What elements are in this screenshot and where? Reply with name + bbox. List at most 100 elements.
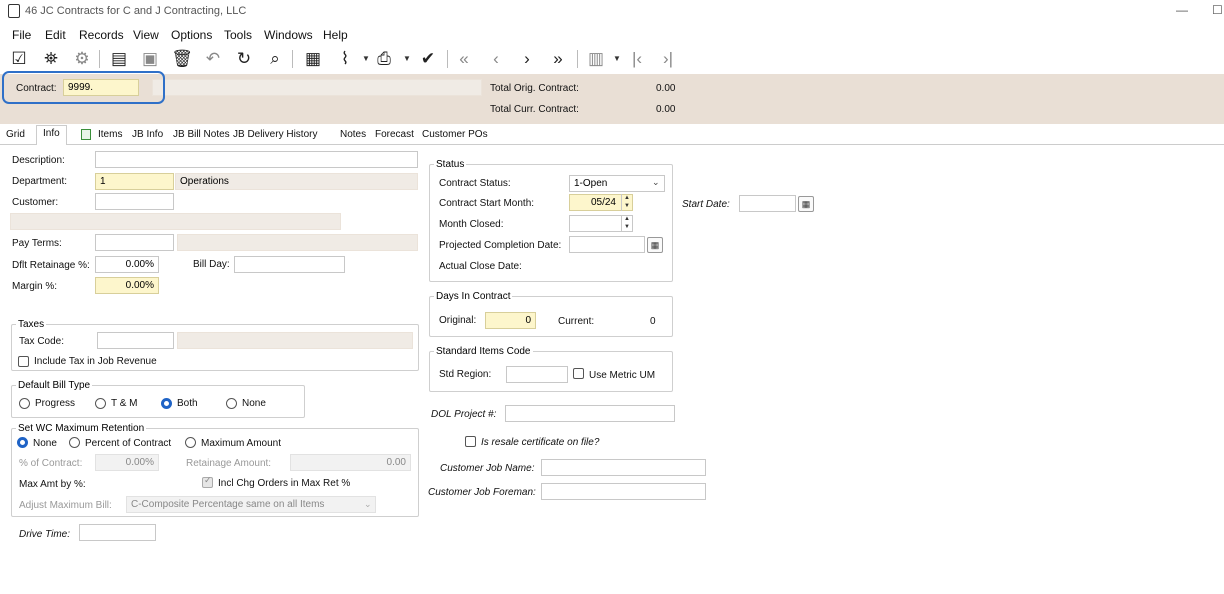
customer-job-foreman-input[interactable]	[541, 483, 706, 500]
bill-type-none-radio[interactable]	[226, 398, 237, 409]
contract-status-dropdown-icon[interactable]: ⌄	[652, 177, 660, 188]
start-date-calendar-icon[interactable]: ▦	[798, 196, 814, 212]
dol-project-input[interactable]	[505, 405, 675, 422]
description-label: Description:	[12, 155, 65, 166]
menu-bar: File Edit Records View Options Tools Win…	[0, 25, 1224, 45]
last-record-icon[interactable]: »	[547, 48, 569, 70]
maximize-button[interactable]: ☐	[1212, 3, 1223, 17]
tab-items[interactable]: Items	[98, 129, 122, 140]
next-record-icon[interactable]: ›	[516, 48, 538, 70]
department-name-display: Operations	[175, 173, 418, 190]
start-month-spinner-icon[interactable]: ▲ ▼	[621, 194, 632, 211]
tab-jb-delivery-history[interactable]: JB Delivery History	[233, 129, 317, 140]
menu-windows[interactable]: Windows	[264, 28, 313, 42]
incl-chg-orders-checkbox[interactable]	[202, 475, 213, 488]
use-metric-um-label: Use Metric UM	[589, 370, 656, 381]
tab-jb-info[interactable]: JB Info	[132, 129, 163, 140]
first-record-icon[interactable]: «	[453, 48, 475, 70]
tax-code-input[interactable]	[97, 332, 174, 349]
current-days-value: 0	[650, 316, 656, 327]
print-icon[interactable]: ⎙	[373, 48, 395, 70]
pct-contract-input[interactable]: 0.00%	[95, 454, 159, 471]
include-tax-checkbox[interactable]	[18, 356, 29, 367]
use-metric-um-checkbox[interactable]	[573, 368, 584, 379]
customer-input[interactable]	[95, 193, 174, 210]
original-days-input[interactable]: 0	[485, 312, 536, 329]
drive-time-input[interactable]	[79, 524, 156, 541]
start-date-input[interactable]	[739, 195, 796, 212]
current-days-label: Current:	[558, 316, 595, 327]
description-input[interactable]	[95, 151, 418, 168]
settings-icon[interactable]: ⚙	[71, 48, 93, 70]
attachment-icon[interactable]: ⌇	[334, 48, 356, 70]
bill-day-input[interactable]	[234, 256, 345, 273]
projected-completion-calendar-icon[interactable]: ▦	[647, 237, 663, 253]
retention-max-amount-radio[interactable]	[185, 437, 196, 448]
contract-highlight	[2, 71, 165, 104]
resale-certificate-checkbox[interactable]	[465, 436, 476, 447]
tab-info[interactable]: Info	[36, 125, 67, 145]
tab-customer-pos[interactable]: Customer POs	[422, 129, 488, 140]
new-document-icon[interactable]: ▤	[108, 48, 130, 70]
table-settings-icon[interactable]: ▥	[585, 48, 607, 70]
menu-view[interactable]: View	[133, 28, 159, 42]
binoculars-icon[interactable]: ⛯	[40, 48, 62, 70]
first-page-icon[interactable]: |‹	[626, 48, 648, 70]
pay-terms-input[interactable]	[95, 234, 174, 251]
projected-completion-input[interactable]	[569, 236, 645, 253]
retention-percent-radio[interactable]	[69, 437, 80, 448]
bill-type-both-radio[interactable]	[161, 398, 172, 409]
minimize-button[interactable]: —	[1176, 3, 1188, 17]
retention-max-amount-label: Maximum Amount	[201, 438, 282, 449]
total-orig-contract-label: Total Orig. Contract:	[490, 83, 579, 94]
total-orig-contract-value: 0.00	[656, 83, 676, 94]
refresh-icon[interactable]: ↻	[233, 48, 255, 70]
contract-status-select[interactable]: 1-Open	[569, 175, 665, 192]
menu-tools[interactable]: Tools	[224, 28, 252, 42]
start-date-label: Start Date:	[682, 199, 730, 210]
adjust-max-select[interactable]: C-Composite Percentage same on all Items	[126, 496, 376, 513]
delete-icon[interactable]: 🗑	[171, 48, 193, 70]
grid-view-icon[interactable]: ▦	[302, 48, 324, 70]
menu-edit[interactable]: Edit	[45, 28, 66, 42]
customer-name-display	[10, 213, 341, 230]
tab-jb-bill-notes[interactable]: JB Bill Notes	[173, 129, 230, 140]
dflt-retainage-input[interactable]: 0.00%	[95, 256, 159, 273]
bill-type-progress-radio[interactable]	[19, 398, 30, 409]
spellcheck-icon[interactable]: ✔	[417, 48, 439, 70]
bill-type-tm-radio[interactable]	[95, 398, 106, 409]
previous-record-icon[interactable]: ‹	[485, 48, 507, 70]
tab-forecast[interactable]: Forecast	[375, 129, 414, 140]
save-icon[interactable]: ▣	[139, 48, 161, 70]
print-dropdown-icon[interactable]: ▼	[403, 54, 411, 63]
month-closed-spinner-icon[interactable]: ▲ ▼	[621, 215, 632, 232]
menu-help[interactable]: Help	[323, 28, 348, 42]
retention-none-radio[interactable]	[17, 437, 28, 448]
total-curr-contract-label: Total Curr. Contract:	[490, 104, 579, 115]
undo-icon[interactable]: ↶	[202, 48, 224, 70]
customer-job-name-input[interactable]	[541, 459, 706, 476]
contract-header: Contract: 9999. Total Orig. Contract: 0.…	[0, 74, 1224, 124]
max-amt-label: Max Amt by %:	[19, 479, 86, 490]
attachment-dropdown-icon[interactable]: ▼	[362, 54, 370, 63]
margin-input[interactable]: 0.00%	[95, 277, 159, 294]
items-tab-icon	[81, 129, 91, 140]
tab-grid[interactable]: Grid	[6, 129, 25, 140]
adjust-max-dropdown-icon: ⌄	[364, 499, 372, 509]
window-title: 46 JC Contracts for C and J Contracting,…	[25, 5, 247, 17]
pct-contract-label: % of Contract:	[19, 458, 83, 469]
retainage-amount-input[interactable]: 0.00	[290, 454, 411, 471]
std-region-input[interactable]	[506, 366, 568, 383]
customer-job-name-label: Customer Job Name:	[440, 463, 535, 474]
dflt-retainage-label: Dflt Retainage %:	[12, 260, 90, 271]
table-settings-dropdown-icon[interactable]: ▼	[613, 54, 621, 63]
menu-options[interactable]: Options	[171, 28, 212, 42]
retainage-amount-label: Retainage Amount:	[186, 458, 272, 469]
tab-notes[interactable]: Notes	[340, 129, 366, 140]
search-icon[interactable]: ⌕	[264, 48, 286, 70]
last-page-icon[interactable]: ›|	[657, 48, 679, 70]
menu-file[interactable]: File	[12, 28, 31, 42]
menu-records[interactable]: Records	[79, 28, 124, 42]
department-input[interactable]: 1	[95, 173, 174, 190]
edit-check-icon[interactable]: ☑	[8, 48, 30, 70]
